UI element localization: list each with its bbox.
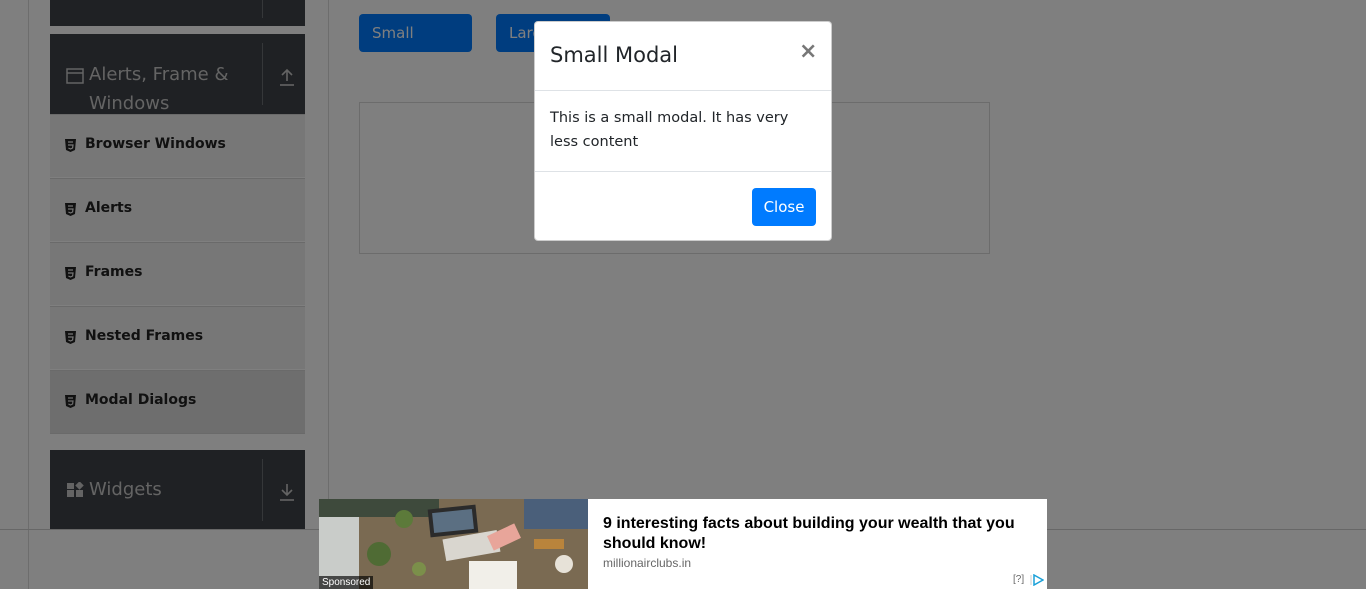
small-modal-dialog: Small Modal × This is a small modal. It … bbox=[534, 21, 832, 241]
ad-image[interactable]: Sponsored bbox=[319, 499, 588, 589]
close-icon[interactable]: × bbox=[799, 39, 817, 64]
ad-headline[interactable]: 9 interesting facts about building your … bbox=[603, 514, 1033, 554]
modal-header: Small Modal × bbox=[535, 22, 831, 91]
close-button[interactable]: Close bbox=[752, 188, 816, 226]
ad-domain[interactable]: millionairclubs.in bbox=[603, 556, 691, 570]
modal-footer: Close bbox=[535, 171, 831, 241]
modal-body-text: This is a small modal. It has very less … bbox=[550, 110, 789, 150]
sponsored-label: Sponsored bbox=[319, 576, 374, 589]
adchoices-icon[interactable] bbox=[1030, 574, 1044, 586]
ad-help-link[interactable]: [?] bbox=[1013, 574, 1024, 585]
sponsored-ad[interactable]: Sponsored 9 interesting facts about buil… bbox=[319, 499, 1047, 589]
modal-title: Small Modal bbox=[550, 43, 678, 67]
